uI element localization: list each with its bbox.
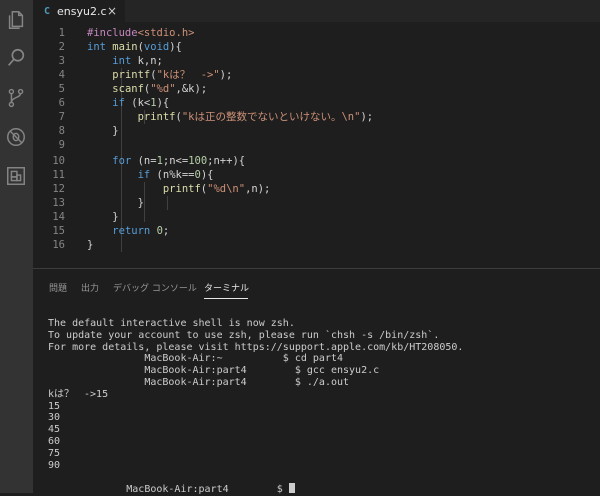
code-text: return 0; xyxy=(112,225,170,237)
code-line: 14 } xyxy=(33,210,600,224)
tab-problems[interactable]: 問題 xyxy=(49,281,67,294)
code-line: 8 } xyxy=(33,124,600,138)
terminal-line: 90 xyxy=(48,459,61,471)
code-text: int k,n; xyxy=(112,55,163,67)
terminal-cursor xyxy=(288,483,295,494)
line-number: 4 xyxy=(58,69,65,81)
line-number: 11 xyxy=(52,169,65,181)
code-text: scanf("%d",&k); xyxy=(112,83,208,95)
code-text: if (k<1){ xyxy=(112,97,170,109)
code-line: 15 return 0; xyxy=(33,224,600,238)
activity-bar xyxy=(0,0,33,493)
tab-filename: ensyu2.c xyxy=(57,4,107,18)
c-file-icon: C xyxy=(44,5,51,17)
terminal-line: 60 xyxy=(48,435,61,447)
line-number: 9 xyxy=(58,139,65,151)
terminal-line: MacBook-Air:~ $ cd part4 xyxy=(48,353,344,365)
line-number: 1 xyxy=(58,27,65,39)
code-text: } xyxy=(87,239,94,251)
code-line: 11 if (n%k==0){ xyxy=(33,168,600,182)
code-text: if (n%k==0){ xyxy=(137,169,214,181)
tab-output[interactable]: 出力 xyxy=(81,281,99,294)
terminal-output[interactable]: The default interactive shell is now zsh… xyxy=(48,318,463,496)
terminal-line: 75 xyxy=(48,447,61,459)
line-number: 12 xyxy=(52,183,65,195)
terminal-line: 15 xyxy=(48,400,61,412)
code-text: } xyxy=(87,125,119,137)
code-line: 13 } xyxy=(33,196,600,210)
terminal-line: To update your account to use zsh, pleas… xyxy=(48,329,440,341)
line-number: 13 xyxy=(52,197,65,209)
editor-tab-bar: C ensyu2.c × xyxy=(33,0,600,22)
terminal-line: For more details, please visit https://s… xyxy=(48,341,464,353)
debug-icon[interactable] xyxy=(4,125,28,149)
code-text: int main(void){ xyxy=(87,41,182,53)
code-line: 10 for (n=1;n<=100;n++){ xyxy=(33,154,600,168)
code-text: printf("kは？ ->"); xyxy=(112,69,233,81)
line-number: 8 xyxy=(58,125,65,137)
terminal-line: 30 xyxy=(48,412,61,424)
line-number: 2 xyxy=(58,41,65,53)
code-line: 12 printf("%d\n",n); xyxy=(33,182,600,196)
tab-debug-console[interactable]: デバッグ コンソール xyxy=(113,281,197,294)
terminal-line: kは？ ->15 xyxy=(48,388,109,400)
code-text: } xyxy=(87,211,119,223)
source-control-icon[interactable] xyxy=(4,86,28,110)
tab-terminal[interactable]: ターミナル xyxy=(204,281,249,294)
code-line: 7 printf("kは正の整数でないといけない。\n"); xyxy=(33,110,600,124)
line-number: 7 xyxy=(58,111,65,123)
terminal-line: 45 xyxy=(48,424,61,436)
terminal-line: MacBook-Air:part4 $ gcc ensyu2.c xyxy=(48,365,380,377)
line-number: 5 xyxy=(58,83,65,95)
line-number: 16 xyxy=(52,239,65,251)
code-text: printf("%d\n",n); xyxy=(162,183,271,195)
code-line: 4 printf("kは？ ->"); xyxy=(33,68,600,82)
search-icon[interactable] xyxy=(4,46,28,70)
code-text: #include<stdio.h> xyxy=(87,27,195,39)
code-line: 5 scanf("%d",&k); xyxy=(33,82,600,96)
code-line: 16} xyxy=(33,238,600,252)
extensions-icon[interactable] xyxy=(4,164,28,188)
terminal-prompt: MacBook-Air:part4 $ xyxy=(48,484,289,496)
line-number: 6 xyxy=(58,97,65,109)
code-editor[interactable]: 1 #include<stdio.h> 2 int main(void){ 3 in… xyxy=(33,22,600,268)
bottom-panel: 問題 出力 デバッグ コンソール ターミナル The default inter… xyxy=(33,268,600,496)
code-text: printf("kは正の整数でないといけない。\n"); xyxy=(137,111,374,123)
code-text: for (n=1;n<=100;n++){ xyxy=(112,155,246,167)
line-number: 3 xyxy=(58,55,65,67)
line-number: 15 xyxy=(52,225,65,237)
active-tab-indicator xyxy=(204,298,248,299)
line-number: 10 xyxy=(52,155,65,167)
terminal-line: The default interactive shell is now zsh… xyxy=(48,318,295,329)
code-text: } xyxy=(87,197,144,209)
code-line: 3 int k,n; xyxy=(33,54,600,68)
close-icon[interactable]: × xyxy=(107,4,117,18)
explorer-icon[interactable] xyxy=(4,8,28,32)
tab-ensyu2-c[interactable]: C ensyu2.c × xyxy=(33,0,125,22)
code-line: 9 xyxy=(33,138,600,152)
code-line: 6 if (k<1){ xyxy=(33,96,600,110)
line-number: 14 xyxy=(52,211,65,223)
code-line: 1 #include<stdio.h> xyxy=(33,26,600,40)
terminal-line: MacBook-Air:part4 $ ./a.out xyxy=(48,376,350,388)
code-line: 2 int main(void){ xyxy=(33,40,600,54)
